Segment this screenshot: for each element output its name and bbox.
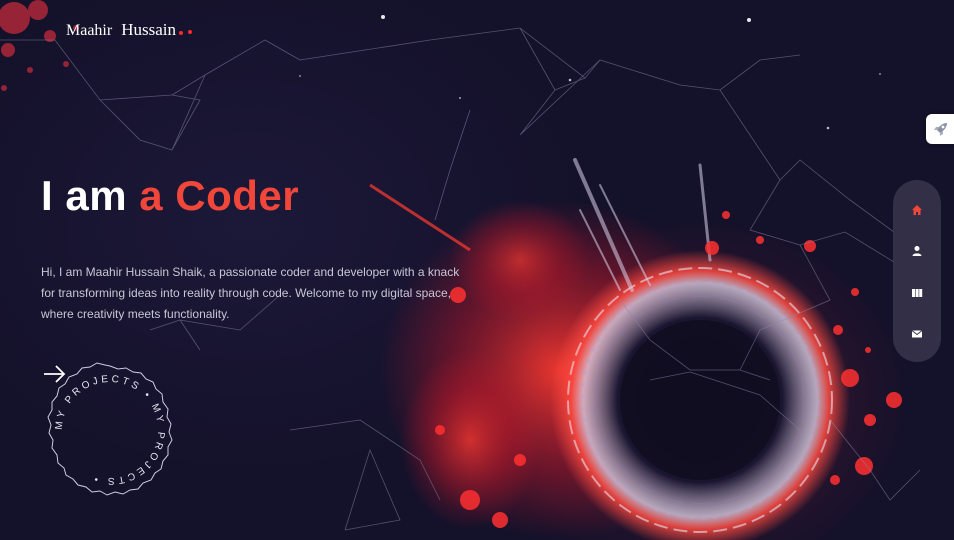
- user-icon: [912, 246, 922, 256]
- mail-icon: [911, 330, 923, 338]
- floating-action-button[interactable]: [926, 114, 954, 144]
- nav-item-portfolio[interactable]: [907, 283, 927, 303]
- nav-item-about[interactable]: [907, 241, 927, 261]
- nav-item-contact[interactable]: [907, 324, 927, 344]
- hero-intro: Hi, I am Maahir Hussain Shaik, a passion…: [41, 265, 460, 321]
- hero-title: I am a Coder: [41, 172, 299, 220]
- side-navigation: [893, 180, 941, 362]
- logo-last-name: Hussain: [121, 20, 176, 39]
- hero-title-accent: a Coder: [139, 172, 300, 219]
- site-logo[interactable]: Maahir Hussain: [66, 20, 183, 40]
- hero-title-prefix: I am: [41, 172, 128, 219]
- my-projects-button[interactable]: MY PROJECTS • MY PROJECTS •: [40, 360, 180, 500]
- projects-circle-text: MY PROJECTS • MY PROJECTS •: [54, 374, 163, 486]
- home-icon: [912, 205, 922, 215]
- svg-text:MY PROJECTS • MY PROJECTS •: MY PROJECTS • MY PROJECTS •: [54, 374, 166, 486]
- hero-section: Maahir Hussain I am a Coder Hi, I am Maa…: [0, 0, 954, 540]
- nav-item-home[interactable]: [907, 200, 927, 220]
- rocket-icon: [934, 123, 947, 136]
- logo-first-name: Maahir: [66, 22, 113, 39]
- logo-dot: [178, 31, 183, 35]
- portfolio-icon: [912, 289, 923, 297]
- arrow-right-icon: [44, 365, 66, 383]
